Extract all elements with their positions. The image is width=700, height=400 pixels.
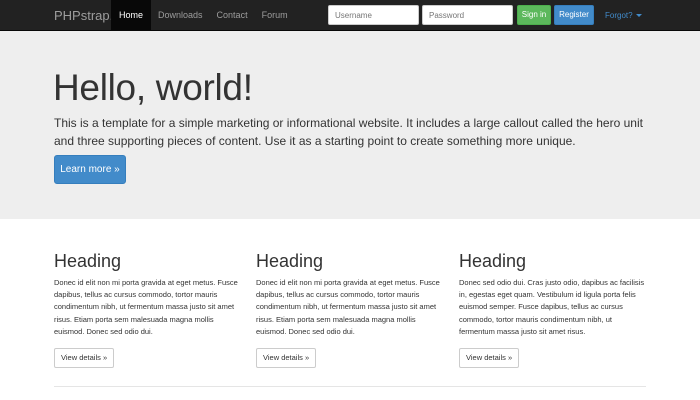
forgot-label: Forgot? <box>605 11 633 20</box>
content-column-1: Heading Donec id elit non mi porta gravi… <box>54 250 244 368</box>
top-navbar: PHPstrap.in Home Downloads Contact Forum… <box>0 0 700 31</box>
column-text: Donec sed odio dui. Cras justo odio, dap… <box>459 278 645 336</box>
column-heading: Heading <box>459 251 527 271</box>
main-nav: Home Downloads Contact Forum <box>111 0 295 31</box>
footer-divider <box>54 386 646 387</box>
column-heading: Heading <box>54 251 122 271</box>
column-text: Donec id elit non mi porta gravida at eg… <box>54 278 238 336</box>
content-column-3: Heading Donec sed odio dui. Cras justo o… <box>459 250 649 368</box>
register-button[interactable]: Register <box>554 5 594 25</box>
nav-item-contact[interactable]: Contact <box>210 0 255 31</box>
forgot-dropdown[interactable]: Forgot? <box>605 0 642 31</box>
nav-item-home[interactable]: Home <box>111 0 152 31</box>
password-input[interactable] <box>422 5 513 25</box>
view-details-button[interactable]: View details » <box>459 348 520 368</box>
view-details-button[interactable]: View details » <box>54 348 115 368</box>
learn-more-button[interactable]: Learn more » <box>54 155 126 184</box>
nav-item-downloads[interactable]: Downloads <box>151 0 210 31</box>
hero-jumbotron: Hello, world! This is a template for a s… <box>0 31 700 219</box>
nav-item-forum[interactable]: Forum <box>255 0 295 31</box>
column-text: Donec id elit non mi porta gravida at eg… <box>256 278 440 336</box>
view-details-button[interactable]: View details » <box>256 348 317 368</box>
column-heading: Heading <box>256 251 324 271</box>
username-input[interactable] <box>328 5 419 25</box>
hero-title: Hello, world! <box>53 67 253 108</box>
caret-down-icon <box>635 14 642 18</box>
sign-in-button[interactable]: Sign in <box>517 5 551 25</box>
content-column-2: Heading Donec id elit non mi porta gravi… <box>256 250 446 368</box>
hero-text: This is a template for a simple marketin… <box>54 116 643 148</box>
